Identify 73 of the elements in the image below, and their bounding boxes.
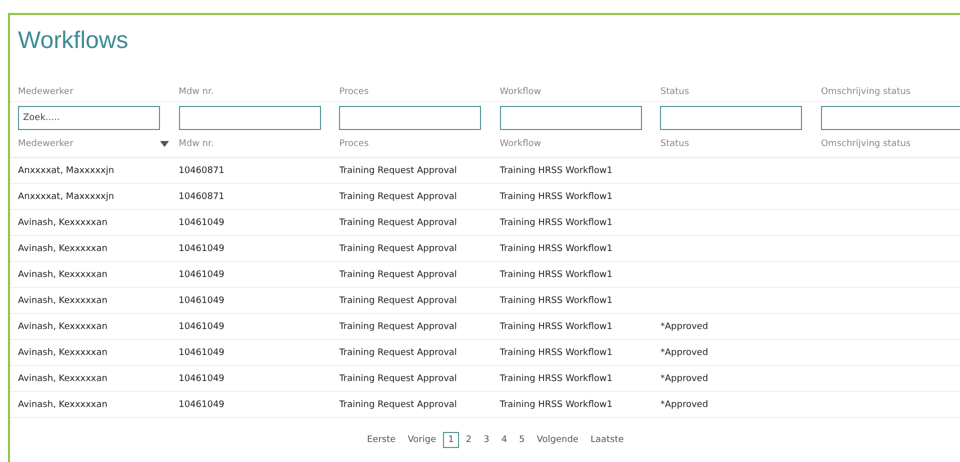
table-cell: Training HRSS Workflow1 <box>500 166 613 176</box>
table-cell: Training Request Approval <box>339 192 457 202</box>
page-link[interactable]: 5 <box>514 432 530 448</box>
table-cell: Training HRSS Workflow1 <box>500 322 613 332</box>
page-link[interactable]: 2 <box>460 432 477 448</box>
page-link[interactable]: 1 <box>443 432 459 448</box>
table-cell: Training HRSS Workflow1 <box>500 244 613 254</box>
page-link[interactable]: Volgende <box>532 432 584 448</box>
table-cell: Avinash, Kexxxxxan <box>18 270 108 280</box>
column-header[interactable]: Proces <box>339 138 369 148</box>
table-cell: Training HRSS Workflow1 <box>500 218 613 228</box>
table-cell: Avinash, Kexxxxxan <box>18 322 108 332</box>
table-cell: Training Request Approval <box>339 218 457 228</box>
table-cell: 10460871 <box>178 192 224 202</box>
table-cell: Training Request Approval <box>339 400 457 410</box>
filter-field[interactable] <box>500 106 642 130</box>
page-link[interactable]: Vorige <box>402 432 442 448</box>
table-cell: Avinash, Kexxxxxan <box>18 296 108 306</box>
page-link[interactable]: 3 <box>478 432 494 448</box>
table-cell: *Approved <box>660 400 708 410</box>
table-cell: Training HRSS Workflow1 <box>500 296 613 306</box>
filter-field[interactable] <box>820 106 960 130</box>
filter-label: Mdw nr. <box>178 87 215 97</box>
filter-label: Workflow <box>500 87 542 97</box>
page-link[interactable]: Eerste <box>362 432 401 448</box>
column-header[interactable]: Mdw nr. <box>178 138 214 148</box>
table-cell: 10461049 <box>178 348 224 358</box>
table-cell: Training HRSS Workflow1 <box>500 400 613 410</box>
table-cell: 10461049 <box>178 244 224 254</box>
table-cell: *Approved <box>660 374 708 384</box>
table-cell: Training HRSS Workflow1 <box>500 270 613 280</box>
table-cell: Training Request Approval <box>339 374 457 384</box>
table-cell: 10460871 <box>178 166 224 176</box>
column-header[interactable]: Workflow <box>500 138 542 148</box>
table-cell: Anxxxxat, Maxxxxxjn <box>18 192 114 202</box>
filter-label: Medewerker <box>18 87 74 97</box>
filter-field[interactable] <box>339 106 482 130</box>
filter-field[interactable]: Zoek..... <box>18 106 160 130</box>
column-header[interactable]: Status <box>660 138 690 148</box>
table-cell: 10461049 <box>178 296 224 306</box>
table-cell: Training Request Approval <box>339 348 457 358</box>
filter-field[interactable] <box>660 106 802 130</box>
table-cell: Training Request Approval <box>339 166 457 176</box>
page-title: Workflows <box>18 26 128 56</box>
table-cell: 10461049 <box>178 400 224 410</box>
table-cell: Avinash, Kexxxxxan <box>18 244 108 254</box>
table-cell: Avinash, Kexxxxxan <box>18 400 108 410</box>
column-header[interactable]: Medewerker <box>18 138 74 148</box>
table-cell: Avinash, Kexxxxxan <box>18 374 108 384</box>
filter-label: Status <box>660 87 690 97</box>
table-cell: 10461049 <box>178 374 224 384</box>
column-header[interactable]: Omschrijving status <box>820 138 911 148</box>
table-cell: Training HRSS Workflow1 <box>500 348 613 358</box>
table-cell: *Approved <box>660 322 708 332</box>
table-cell: 10461049 <box>178 270 224 280</box>
table-cell: 10461049 <box>178 322 224 332</box>
sort-icon[interactable] <box>160 140 169 146</box>
table-cell: Training Request Approval <box>339 270 457 280</box>
page-link[interactable]: 4 <box>496 432 512 448</box>
filter-label: Proces <box>339 87 370 97</box>
table-cell: Avinash, Kexxxxxan <box>18 218 108 228</box>
table-cell: Training Request Approval <box>339 244 457 254</box>
table-cell: *Approved <box>660 348 708 358</box>
page-link[interactable]: Laatste <box>585 432 629 448</box>
table-cell: Training HRSS Workflow1 <box>500 192 613 202</box>
table-cell: 10461049 <box>178 218 224 228</box>
table-cell: Avinash, Kexxxxxan <box>18 348 108 358</box>
table-cell: Training Request Approval <box>339 322 457 332</box>
table-cell: Training HRSS Workflow1 <box>500 374 613 384</box>
table-cell: Anxxxxat, Maxxxxxjn <box>18 166 114 176</box>
filter-field[interactable] <box>178 106 321 130</box>
filter-label: Omschrijving status <box>820 87 912 97</box>
table-cell: Training Request Approval <box>339 296 457 306</box>
